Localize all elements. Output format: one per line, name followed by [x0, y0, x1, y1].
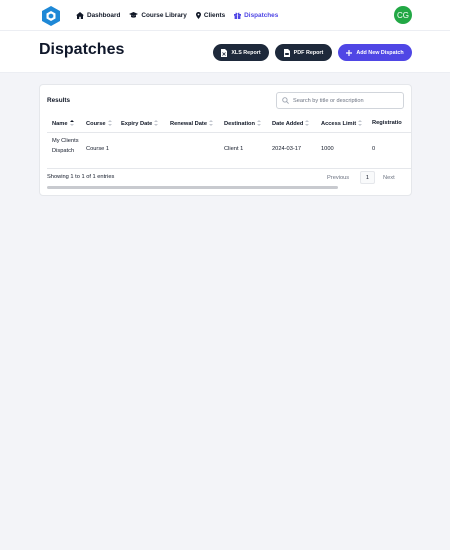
sort-icon [107, 120, 112, 127]
nav-item-dashboard[interactable]: Dashboard [76, 11, 121, 19]
sort-icon [154, 120, 159, 127]
column-label: Expiry Date [121, 120, 153, 127]
search-input[interactable] [293, 97, 403, 104]
sort-ascending-icon [69, 120, 74, 127]
xls-report-button[interactable]: XLS Report [213, 44, 269, 61]
nav-label-dispatches: Dispatches [244, 11, 279, 19]
column-header-course[interactable]: Course [86, 120, 112, 127]
row-divider [47, 168, 411, 169]
nav-label-dashboard: Dashboard [87, 11, 121, 19]
table-info: Showing 1 to 1 of 1 entries [47, 174, 115, 180]
sort-icon [358, 120, 363, 127]
column-label: Name [52, 120, 68, 127]
search-icon [282, 97, 289, 104]
cell-name[interactable]: My Clients Dispatch [52, 136, 86, 156]
avatar-initials: CG [397, 10, 409, 20]
pdf-report-label: PDF Report [293, 49, 324, 56]
column-header-destination[interactable]: Destination [224, 120, 261, 127]
pagination-previous[interactable]: Previous [327, 175, 349, 181]
file-excel-icon [221, 48, 228, 57]
column-label: Access Limit [321, 120, 357, 127]
horizontal-scrollbar[interactable] [47, 186, 338, 189]
column-header-date-added[interactable]: Date Added [272, 120, 310, 127]
add-new-dispatch-button[interactable]: Add New Dispatch [338, 44, 412, 61]
cell-access-limit: 1000 [321, 146, 334, 152]
column-header-name[interactable]: Name [52, 120, 74, 127]
sort-icon [256, 120, 261, 127]
plus-icon [346, 49, 353, 56]
nav-item-dispatches[interactable]: Dispatches [234, 12, 278, 19]
column-label: Course [86, 120, 106, 127]
search-box[interactable] [276, 92, 404, 109]
xls-report-label: XLS Report [231, 49, 261, 56]
column-label: Date Added [272, 120, 304, 127]
results-heading: Results [47, 97, 71, 104]
pagination-page-1[interactable]: 1 [360, 171, 375, 184]
map-pin-icon [195, 11, 201, 19]
home-icon [76, 11, 84, 19]
top-navbar: Dashboard Course Library Clients Dispatc… [0, 0, 450, 31]
column-label: Destination [224, 120, 255, 127]
cell-destination: Client 1 [224, 146, 244, 152]
pagination-next[interactable]: Next [383, 175, 395, 181]
page-title: Dispatches [39, 41, 125, 58]
main-nav: Dashboard Course Library Clients Dispatc… [76, 0, 287, 30]
nav-label-clients: Clients [203, 11, 226, 19]
nav-label-course-library: Course Library [141, 11, 187, 19]
column-header-registrations[interactable]: Registratio [372, 120, 402, 126]
graduation-cap-icon [129, 12, 139, 18]
column-header-renewal-date[interactable]: Renewal Date [170, 120, 213, 127]
header-divider [47, 132, 411, 133]
column-label: Renewal Date [170, 120, 207, 127]
cell-course: Course 1 [86, 146, 110, 152]
file-pdf-icon [283, 48, 290, 57]
cell-date-added: 2024-03-17 [272, 146, 302, 152]
nav-item-clients[interactable]: Clients [195, 11, 226, 19]
user-avatar[interactable]: CG [394, 6, 412, 24]
sort-icon [305, 120, 310, 127]
brand-logo-icon[interactable] [41, 5, 61, 27]
results-card: Results Name Course Expiry Date Renewal … [39, 84, 412, 196]
column-header-access-limit[interactable]: Access Limit [321, 120, 363, 127]
column-header-expiry-date[interactable]: Expiry Date [121, 120, 159, 127]
sort-icon [208, 120, 213, 127]
add-new-dispatch-label: Add New Dispatch [356, 49, 404, 56]
nav-item-course-library[interactable]: Course Library [129, 11, 187, 19]
pdf-report-button[interactable]: PDF Report [275, 44, 332, 61]
cell-registrations: 0 [372, 146, 376, 152]
column-label: Registratio [372, 120, 402, 126]
gift-icon [234, 12, 242, 19]
